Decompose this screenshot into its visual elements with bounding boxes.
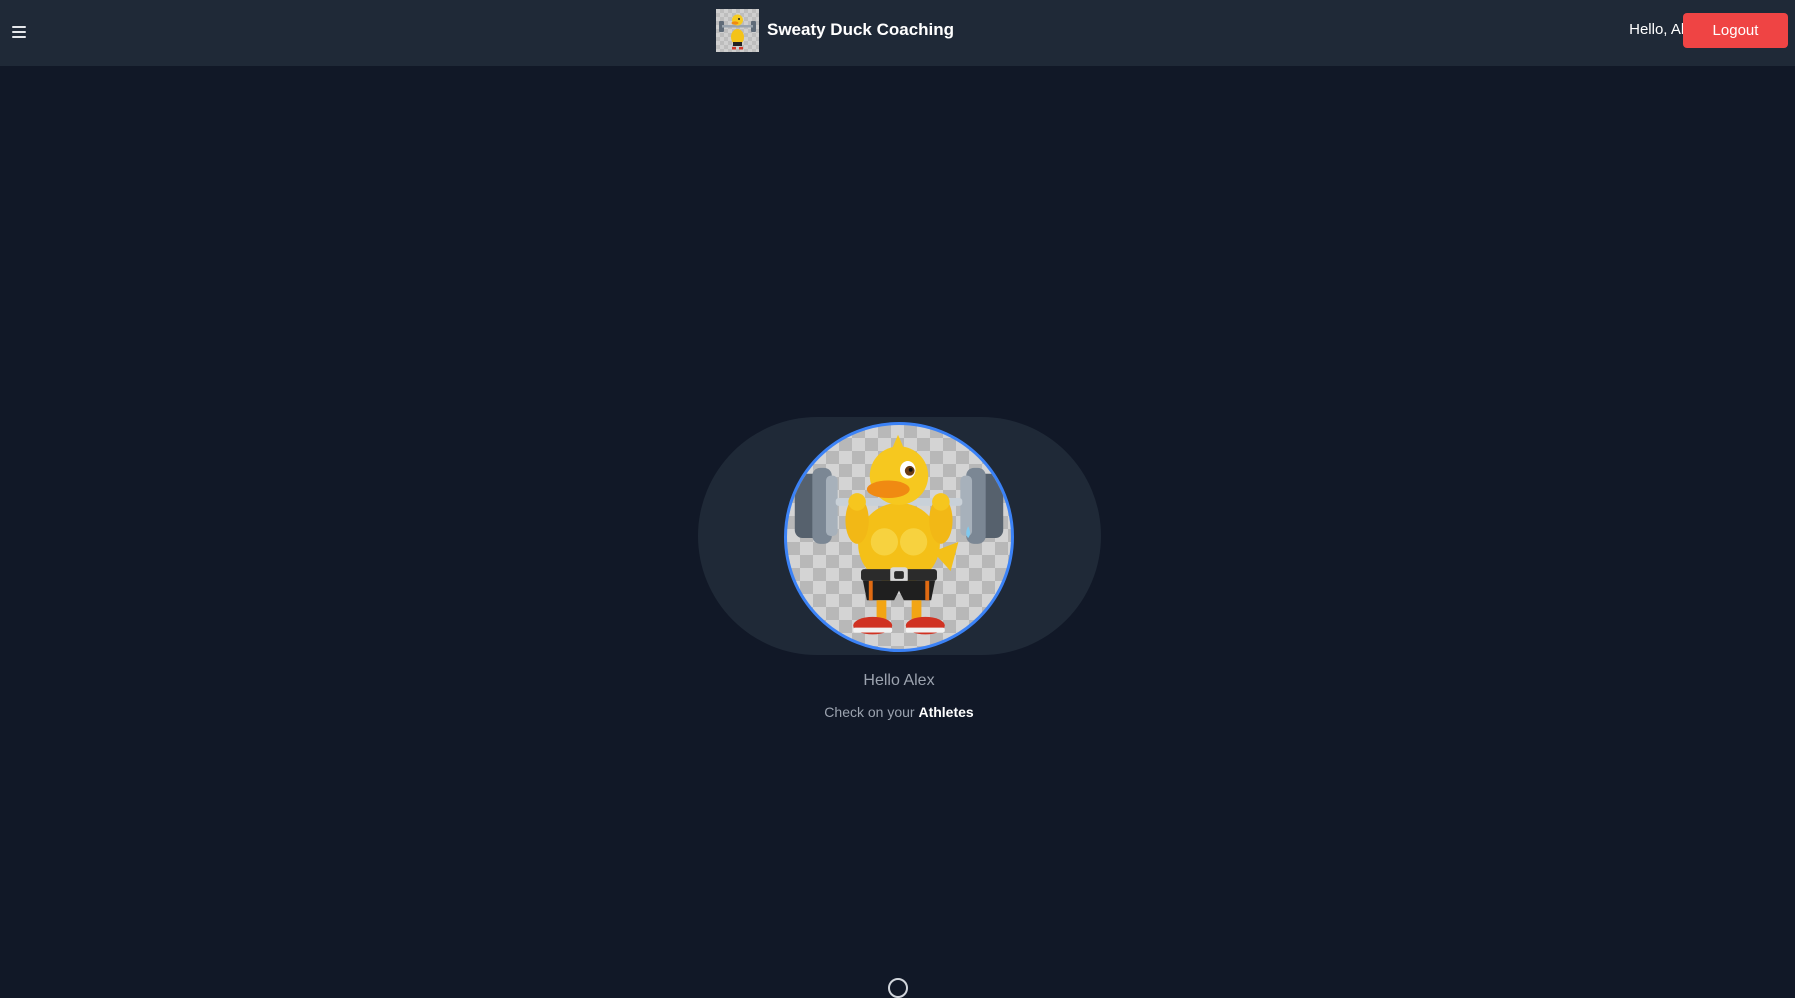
brand-name: Sweaty Duck Coaching [767,20,955,39]
duck-logo-icon [716,8,759,52]
logout-button[interactable]: Logout [1683,13,1788,48]
top-navbar: Sweaty Duck Coaching Hello, Alex Logout [0,0,1795,66]
athletes-prompt: Check on your Athletes [0,704,1795,720]
athletes-prompt-text: Check on your [824,704,915,720]
hamburger-menu-icon[interactable] [12,22,28,42]
scroll-indicator-icon[interactable] [888,978,908,998]
brand-home-link[interactable]: Sweaty Duck Coaching [716,8,954,52]
hero-greeting: Hello Alex [863,672,935,689]
duck-mascot-avatar [784,422,1014,652]
athletes-link[interactable]: Athletes [918,704,973,720]
